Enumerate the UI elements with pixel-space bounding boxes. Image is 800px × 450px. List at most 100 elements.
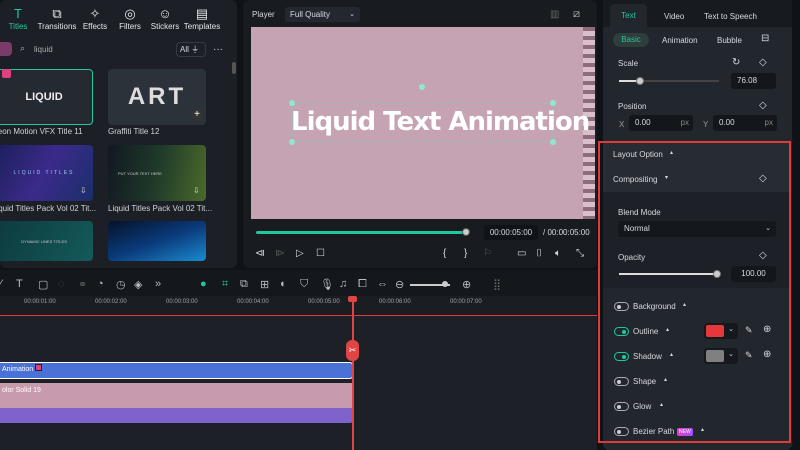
download-icon[interactable]: ⇩ <box>80 186 87 195</box>
shield-icon[interactable]: ⛉ <box>300 278 308 291</box>
snapshot-icon[interactable]: ⌷ <box>536 248 542 259</box>
tab-video[interactable]: Video <box>664 12 684 21</box>
thumb-text: LIQUID TITLES <box>13 170 75 176</box>
tab-transitions[interactable]: ⧉ Transitions <box>37 6 77 31</box>
timeline-ruler[interactable] <box>0 296 597 316</box>
fit-icon[interactable]: ⇔ <box>377 278 388 290</box>
ai-assistant-icon[interactable]: ● <box>200 278 207 290</box>
auto-beat-icon[interactable]: ◐ <box>280 278 287 290</box>
subtab-basic[interactable]: Basic <box>613 33 649 47</box>
text-tool-icon[interactable]: T <box>16 278 23 290</box>
zoom-in-icon[interactable]: ⊕ <box>462 278 471 291</box>
next-frame-icon[interactable]: ⧐ <box>275 248 285 259</box>
position-x-input[interactable]: 0.00 px <box>629 115 693 131</box>
compare-view-icon[interactable]: ▥ <box>550 9 559 20</box>
keyframe-icon[interactable]: ◇ <box>759 100 767 111</box>
fullscreen-icon[interactable]: ⤡ <box>576 248 584 259</box>
thumb-text: PUT YOUR TEXT HERE <box>118 170 162 176</box>
clip-label: Animation <box>2 366 34 373</box>
stop-icon[interactable]: ☐ <box>316 248 325 259</box>
title-thumb-1[interactable]: LIQUID <box>0 69 93 125</box>
tab-label: Transitions <box>37 22 77 31</box>
save-preset-icon[interactable]: ⊟ <box>761 33 769 44</box>
title-clip[interactable]: Animation <box>0 362 353 379</box>
playhead-knob[interactable] <box>462 228 470 236</box>
more-button[interactable]: ··· <box>213 44 223 55</box>
play-icon[interactable]: ▷ <box>296 248 304 259</box>
timeline-toolbar <box>0 270 597 296</box>
add-media-icon[interactable]: ⊞ <box>260 278 269 291</box>
tab-stickers[interactable]: ☺ Stickers <box>145 6 185 31</box>
grid-layout-icon[interactable]: ⣿ <box>493 278 501 291</box>
resize-handle[interactable] <box>550 100 556 106</box>
playhead-marker[interactable] <box>348 296 357 302</box>
current-time[interactable]: 00:00:05:00 <box>484 225 538 240</box>
position-y-input[interactable]: 0.00 px <box>713 115 777 131</box>
color-solid-clip[interactable]: olor Solid 19 <box>0 383 353 408</box>
marker-icon[interactable]: ⚐ <box>483 248 492 259</box>
scopes-icon[interactable]: ⧄ <box>573 8 580 21</box>
speed-icon[interactable]: ◷ <box>116 278 126 291</box>
split-scissors-icon[interactable]: ✂ <box>346 340 359 361</box>
tab-filters[interactable]: ◎ Filters <box>110 6 150 31</box>
keyframe-icon[interactable]: ◇ <box>759 57 767 68</box>
subtab-animation[interactable]: Animation <box>662 36 698 45</box>
subtab-bubble[interactable]: Bubble <box>717 36 742 45</box>
frame-icon[interactable]: ▢ <box>38 278 48 291</box>
mask-icon[interactable]: ◌ <box>58 278 65 290</box>
tab-text[interactable]: Text <box>610 4 647 27</box>
ruler-tick: 00:00:05:00 <box>308 299 340 305</box>
color-icon[interactable]: ⚭ <box>78 278 87 291</box>
resize-handle[interactable] <box>289 100 295 106</box>
scale-slider[interactable] <box>619 77 719 85</box>
playhead-line[interactable] <box>352 298 354 450</box>
tag-icon[interactable]: ◈ <box>134 278 142 291</box>
video-canvas[interactable]: Liquid Text Animation <box>251 27 595 219</box>
filter-button[interactable]: All ⏚ <box>176 42 206 57</box>
pip-icon[interactable]: ⧠ <box>358 278 367 291</box>
templates-icon: ▤ <box>195 6 209 21</box>
quality-dropdown[interactable]: Full Quality ⌄ <box>285 7 360 22</box>
quality-value: Full Quality <box>290 10 331 19</box>
zoom-out-icon[interactable]: ⊖ <box>395 278 404 291</box>
ai-cut-icon[interactable]: ⧉ <box>240 278 248 291</box>
thumb-text: ART <box>127 83 187 110</box>
tab-label: Effects <box>82 22 108 31</box>
mark-in-icon[interactable]: { <box>443 248 446 259</box>
zoom-knob[interactable] <box>442 281 448 287</box>
tab-titles[interactable]: T Titles <box>0 6 38 31</box>
scrollbar[interactable] <box>232 62 236 74</box>
display-icon[interactable]: ▭ <box>517 248 526 259</box>
tab-templates[interactable]: ▤ Templates <box>182 6 222 31</box>
effect-clip[interactable] <box>0 408 353 423</box>
title-thumb-6[interactable] <box>108 221 206 261</box>
rotate-handle[interactable] <box>419 84 425 90</box>
tab-text-to-speech[interactable]: Text to Speech <box>704 12 757 21</box>
resize-handle[interactable] <box>550 139 556 145</box>
volume-icon[interactable]: 🔈︎ <box>555 248 561 259</box>
prev-frame-icon[interactable]: ⧏ <box>255 248 265 259</box>
title-thumb-4[interactable]: PUT YOUR TEXT HERE <box>108 145 206 201</box>
more-tools-icon[interactable]: » <box>155 278 161 290</box>
mark-out-icon[interactable]: } <box>464 248 467 259</box>
audio-icon[interactable]: ◔ <box>97 278 104 290</box>
download-icon[interactable]: ⇩ <box>193 186 200 195</box>
total-time: / 00:00:05:00 <box>543 228 590 237</box>
category-button[interactable] <box>0 42 12 56</box>
add-icon[interactable]: + <box>191 109 203 121</box>
x-label: X <box>619 120 625 129</box>
snap-icon[interactable]: ⌗ <box>222 278 228 291</box>
thumb-text: DYNAMIC LINES TITLES <box>21 238 67 244</box>
title-thumb-5[interactable]: DYNAMIC LINES TITLES <box>0 221 93 261</box>
thumb-caption: Liquid Titles Pack Vol 02 Tit... <box>108 204 213 213</box>
tab-effects[interactable]: ✧ Effects <box>75 6 115 31</box>
canvas-title-text[interactable]: Liquid Text Animation <box>291 107 590 137</box>
resize-handle[interactable] <box>289 139 295 145</box>
playback-progress[interactable] <box>256 231 468 234</box>
mic-icon[interactable]: 🎙︎ <box>320 278 334 291</box>
search-input[interactable]: liquid <box>34 45 53 54</box>
scale-input[interactable]: 76.08 <box>731 73 776 89</box>
music-icon[interactable]: ♫ <box>339 278 347 290</box>
crop-icon[interactable]: ⁄ <box>0 278 2 290</box>
reset-icon[interactable]: ↻ <box>732 57 740 68</box>
